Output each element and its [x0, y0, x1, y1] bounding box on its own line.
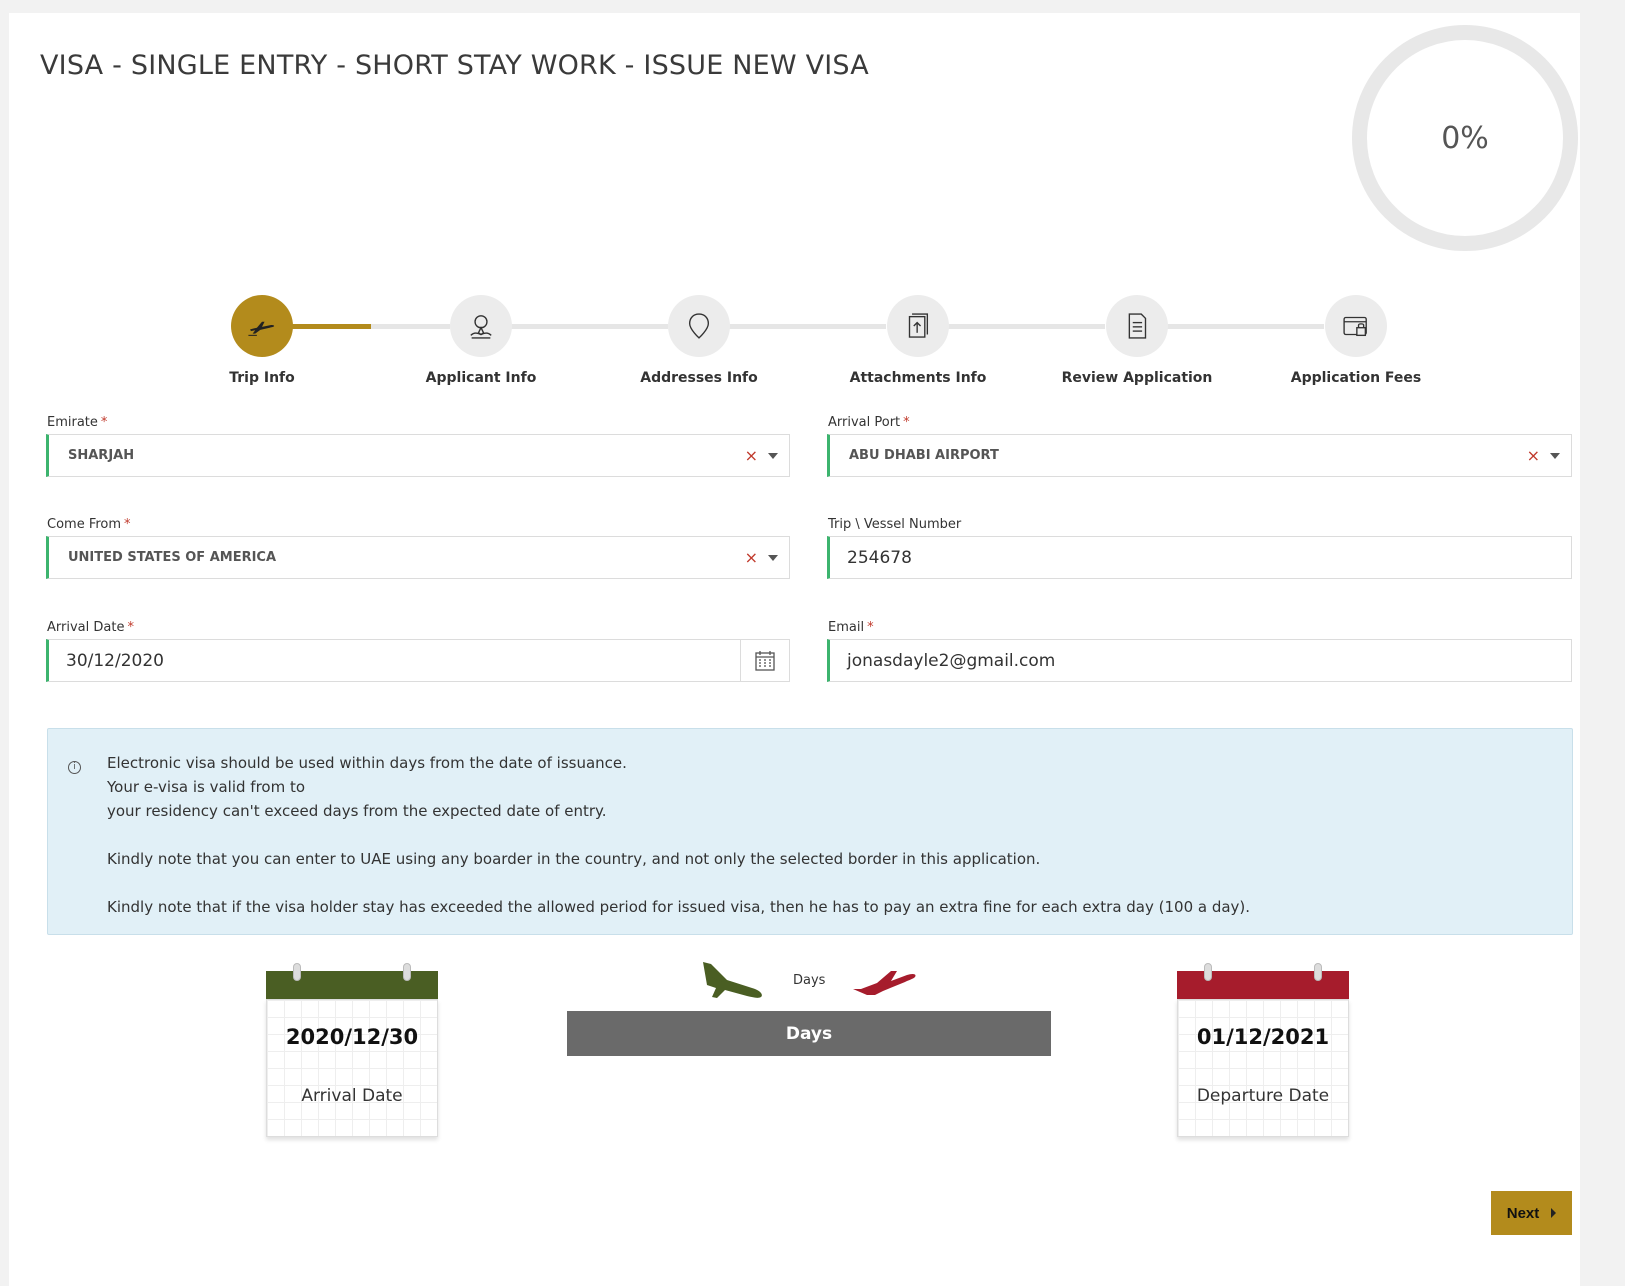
- emirate-select-value: SHARJAH: [68, 448, 135, 463]
- document-list-icon: [1128, 313, 1147, 339]
- info-line: Your e-visa is valid from to: [107, 778, 306, 796]
- caret-down-icon[interactable]: [768, 452, 778, 459]
- step-label: Addresses Info: [640, 370, 758, 386]
- step-label: Attachments Info: [849, 370, 987, 386]
- departure-calendar-caption: Departure Date: [1196, 1086, 1330, 1106]
- step-review-application[interactable]: Review Application: [1027, 295, 1247, 386]
- step-circle: [887, 295, 949, 357]
- calendar-ring: [293, 963, 301, 981]
- trip-vessel-label: Trip \ Vessel Number: [828, 517, 962, 532]
- step-label: Trip Info: [229, 370, 295, 386]
- step-circle: [668, 295, 730, 357]
- caret-down-icon[interactable]: [768, 554, 778, 561]
- required-marker: *: [124, 517, 131, 532]
- info-line: Kindly note that if the visa holder stay…: [107, 898, 1251, 916]
- come-from-select-value: UNITED STATES OF AMERICA: [68, 550, 277, 565]
- info-notice: i Electronic visa should be used within …: [47, 728, 1573, 935]
- arrival-date-input-value: 30/12/2020: [66, 650, 164, 671]
- airplane-icon: [248, 321, 275, 336]
- map-pin-icon: [688, 313, 710, 339]
- step-attachments-info[interactable]: Attachments Info: [808, 295, 1028, 386]
- arrival-date-input[interactable]: 30/12/2020: [46, 639, 790, 682]
- trip-vessel-input-value: 254678: [847, 547, 912, 568]
- arrival-date-label: Arrival Date *: [47, 620, 134, 635]
- step-applicant-info[interactable]: Applicant Info: [371, 295, 591, 386]
- info-line: your residency can't exceed days from th…: [107, 802, 607, 820]
- step-label: Applicant Info: [425, 370, 537, 386]
- clear-icon[interactable]: ×: [745, 548, 758, 567]
- calendar-header: [1177, 971, 1349, 999]
- caret-right-icon: [1551, 1208, 1557, 1218]
- email-input-value: jonasdayle2@gmail.com: [847, 650, 1056, 671]
- progress-ring: 0%: [1352, 25, 1578, 251]
- landing-plane-icon: [703, 962, 762, 998]
- step-label: Application Fees: [1290, 370, 1422, 386]
- required-marker: *: [903, 415, 910, 430]
- info-line: Electronic visa should be used within da…: [107, 754, 627, 772]
- departure-calendar-date: 01/12/2021: [1196, 1025, 1330, 1049]
- come-from-label: Come From *: [47, 517, 131, 532]
- days-count-label: Days: [793, 973, 826, 988]
- emirate-select[interactable]: SHARJAH ×: [46, 434, 790, 477]
- info-line: Kindly note that you can enter to UAE us…: [107, 850, 1041, 868]
- step-label: Review Application: [1061, 370, 1213, 386]
- step-circle: [1325, 295, 1387, 357]
- calendar-body: [1177, 999, 1349, 1137]
- emirate-label: Emirate *: [47, 415, 108, 430]
- arrival-calendar: 2020/12/30 Arrival Date: [266, 963, 438, 1137]
- takeoff-plane-icon: [853, 971, 916, 995]
- calendar-body: [266, 999, 438, 1137]
- required-marker: *: [127, 620, 134, 635]
- step-circle: [1106, 295, 1168, 357]
- arrival-port-select[interactable]: ABU DHABI AIRPORT ×: [827, 434, 1572, 477]
- calendar-ring: [1314, 963, 1322, 981]
- required-marker: *: [867, 620, 874, 635]
- step-trip-info[interactable]: Trip Info: [152, 295, 372, 386]
- clear-icon[interactable]: ×: [1527, 446, 1540, 465]
- step-application-fees[interactable]: Application Fees: [1246, 295, 1466, 386]
- upload-document-icon: [908, 313, 929, 338]
- step-circle: [450, 295, 512, 357]
- progress-value: 0%: [1441, 120, 1489, 156]
- step-circle: [231, 295, 293, 357]
- email-input[interactable]: jonasdayle2@gmail.com: [827, 639, 1572, 682]
- step-addresses-info[interactable]: Addresses Info: [589, 295, 809, 386]
- person-location-icon: [470, 315, 492, 339]
- days-bar: Days: [567, 1011, 1051, 1056]
- calendar-header: [266, 971, 438, 999]
- calendar-ring: [1204, 963, 1212, 981]
- required-marker: *: [100, 415, 108, 430]
- calendar-icon: [755, 650, 775, 671]
- next-button[interactable]: Next: [1491, 1191, 1572, 1235]
- payment-lock-icon: [1343, 316, 1367, 337]
- email-label: Email *: [828, 620, 874, 635]
- arrival-port-label: Arrival Port *: [828, 415, 910, 430]
- calendar-ring: [403, 963, 411, 981]
- arrival-calendar-date: 2020/12/30: [285, 1025, 419, 1049]
- page-title: VISA - SINGLE ENTRY - SHORT STAY WORK - …: [40, 50, 869, 81]
- departure-calendar: 01/12/2021 Departure Date: [1177, 963, 1349, 1137]
- next-button-label: Next: [1506, 1204, 1540, 1222]
- clear-icon[interactable]: ×: [745, 446, 758, 465]
- info-icon: i: [68, 761, 81, 774]
- come-from-select[interactable]: UNITED STATES OF AMERICA ×: [46, 536, 790, 579]
- trip-vessel-input[interactable]: 254678: [827, 536, 1572, 579]
- arrival-port-select-value: ABU DHABI AIRPORT: [849, 448, 999, 463]
- arrival-calendar-caption: Arrival Date: [301, 1086, 403, 1106]
- caret-down-icon[interactable]: [1550, 452, 1560, 459]
- calendar-button[interactable]: [740, 640, 789, 681]
